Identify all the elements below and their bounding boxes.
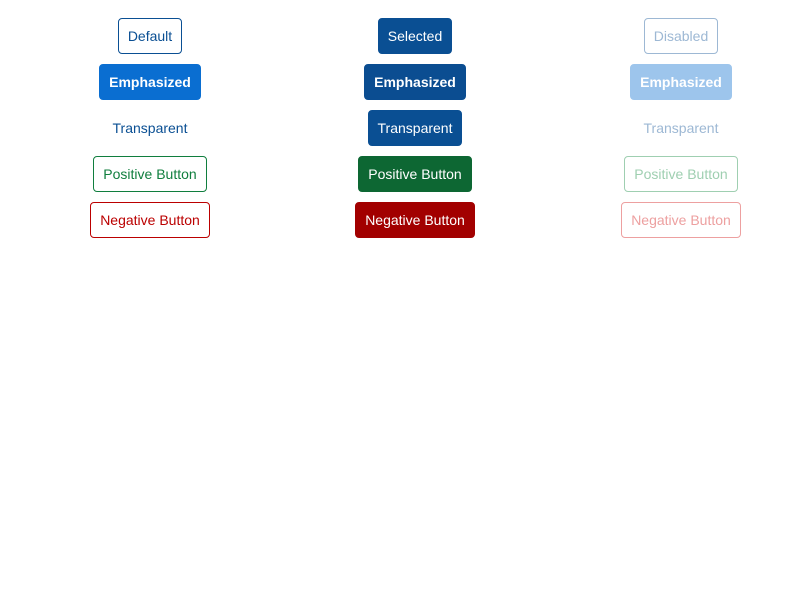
default-button-slot: Default <box>15 18 285 54</box>
negative-button[interactable]: Negative Button <box>90 202 210 238</box>
disabled-positive-button-slot: Positive Button <box>546 156 812 192</box>
disabled-transparent-button-slot: Transparent <box>546 110 812 146</box>
selected-emphasized-button-slot: Emphasized <box>280 64 550 100</box>
disabled-default-button-slot: Disabled <box>546 18 812 54</box>
transparent-button-slot: Transparent <box>15 110 285 146</box>
emphasized-button[interactable]: Emphasized <box>99 64 201 100</box>
selected-transparent-button-slot: Transparent <box>280 110 550 146</box>
disabled-negative-button-slot: Negative Button <box>546 202 812 238</box>
disabled-default-button: Disabled <box>643 18 719 54</box>
selected-negative-button[interactable]: Negative Button <box>355 202 475 238</box>
transparent-button[interactable]: Transparent <box>103 110 198 146</box>
positive-button-slot: Positive Button <box>15 156 285 192</box>
selected-emphasized-button[interactable]: Emphasized <box>364 64 466 100</box>
selected-positive-button-slot: Positive Button <box>280 156 550 192</box>
selected-default-button[interactable]: Selected <box>377 18 453 54</box>
selected-transparent-button[interactable]: Transparent <box>367 110 463 146</box>
emphasized-button-slot: Emphasized <box>15 64 285 100</box>
disabled-negative-button: Negative Button <box>621 202 741 238</box>
selected-negative-button-slot: Negative Button <box>280 202 550 238</box>
negative-button-slot: Negative Button <box>15 202 285 238</box>
positive-button[interactable]: Positive Button <box>93 156 207 192</box>
disabled-transparent-button: Transparent <box>634 110 729 146</box>
disabled-positive-button: Positive Button <box>624 156 738 192</box>
disabled-emphasized-button-slot: Emphasized <box>546 64 812 100</box>
selected-default-button-slot: Selected <box>280 18 550 54</box>
selected-positive-button[interactable]: Positive Button <box>358 156 472 192</box>
disabled-emphasized-button: Emphasized <box>630 64 732 100</box>
default-button[interactable]: Default <box>117 18 183 54</box>
